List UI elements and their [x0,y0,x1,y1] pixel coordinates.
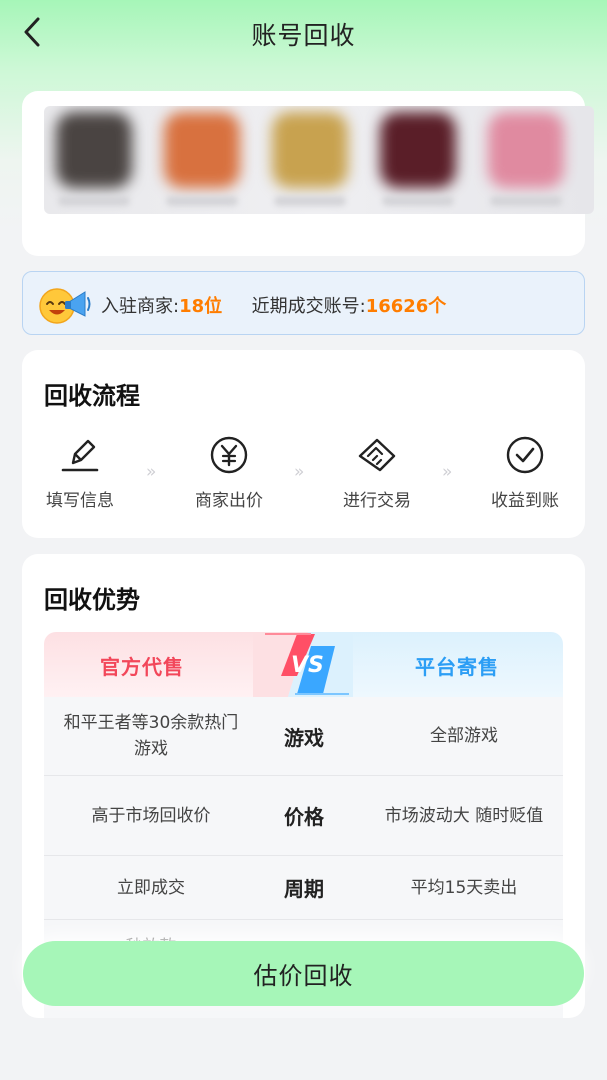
game-icon [272,112,348,188]
game-name-placeholder [58,196,130,206]
deals-count: 16626个 [365,296,447,317]
merchants-label: 入驻商家: [101,296,180,317]
platform-header: 平台寄售 [415,655,499,679]
pencil-icon [61,439,99,472]
game-item[interactable] [476,106,576,214]
check-circle-icon [506,436,544,474]
platform-cell: 全部游戏 [430,726,498,746]
estimate-recycle-button[interactable]: 估价回收 [23,941,584,1006]
game-icon [164,112,240,188]
top-bar: 账号回收 [0,0,607,66]
official-cell: 立即成交 [117,877,185,898]
game-name-placeholder [274,196,346,206]
flow-step-label: 进行交易 [343,491,411,511]
yen-coin-icon [210,436,248,474]
vs-label: VS [291,653,324,678]
comparison-header: VS 官方代售 平台寄售 [44,632,563,697]
game-icon [488,112,564,188]
game-item[interactable] [368,106,468,214]
game-list [44,106,594,214]
flow-card: 回收流程 填写信息 » 商家出价 » 进行交易 » 收益到账 [22,350,585,538]
stats-banner: 入驻商家:18位 近期成交账号:16626个 [22,271,585,335]
table-row: 和平王者等30余款热门游戏 游戏 全部游戏 [44,697,563,776]
flow-arrow: » [294,462,305,482]
game-item[interactable] [44,106,144,214]
stats-text: 入驻商家:18位 近期成交账号:16626个 [101,292,446,318]
platform-cell: 平均15天卖出 [410,877,518,898]
advantages-title: 回收优势 [44,586,140,614]
game-icon [56,112,132,188]
game-item[interactable] [260,106,360,214]
official-cell: 和平王者等30余款热门游戏 [63,713,239,759]
flow-arrow: » [442,462,453,482]
criteria-cell: 周期 [284,877,324,901]
game-item[interactable] [152,106,252,214]
flow-arrow: » [146,462,157,482]
game-name-placeholder [382,196,454,206]
official-cell: 高于市场回收价 [91,805,211,826]
flow-title: 回收流程 [44,382,140,410]
table-row: 高于市场回收价 价格 市场波动大 随时贬值 [44,776,563,856]
criteria-cell: 价格 [284,805,324,829]
handshake-icon [358,438,396,472]
deals-label: 近期成交账号: [251,296,366,317]
game-name-placeholder [166,196,238,206]
platform-cell: 市场波动大 随时贬值 [384,805,544,826]
table-row: 立即成交 周期 平均15天卖出 [44,856,563,920]
game-name-placeholder [490,196,562,206]
page-title: 账号回收 [251,21,356,50]
merchants-count: 18位 [179,296,223,317]
flow-step-label: 填写信息 [46,491,114,511]
games-card [22,91,594,256]
criteria-cell: 游戏 [284,725,324,750]
flow-step-label: 商家出价 [195,491,263,511]
megaphone-mascot-icon [39,288,91,324]
vs-badge-icon: VS [253,632,353,697]
official-header: 官方代售 [100,655,184,679]
flow-step-label: 收益到账 [491,491,559,511]
game-icon [380,112,456,188]
